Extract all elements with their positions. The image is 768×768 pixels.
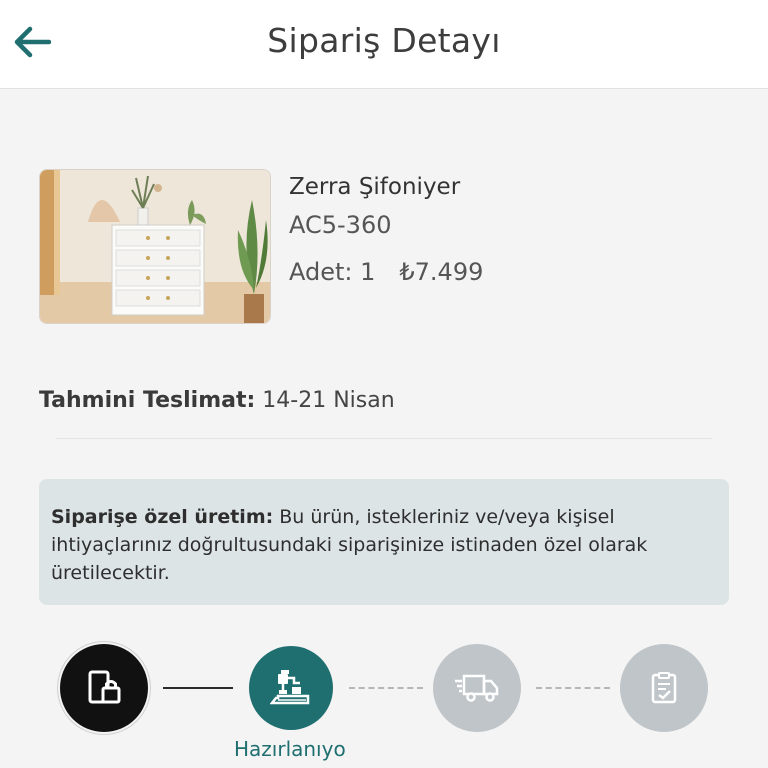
product-quantity: Adet: 1 bbox=[289, 258, 376, 286]
product-price: ₺7.499 bbox=[399, 258, 484, 286]
product-code: AC5-360 bbox=[289, 211, 392, 239]
production-machine-icon bbox=[270, 670, 310, 705]
product-qty-price: Adet: 1 ₺7.499 bbox=[289, 258, 483, 286]
order-received-icon bbox=[88, 670, 121, 704]
progress-connector bbox=[536, 687, 610, 689]
estimated-delivery: Tahmini Teslimat: 14-21 Nisan bbox=[39, 388, 395, 413]
step-preparing bbox=[249, 646, 333, 730]
delivery-truck-icon bbox=[455, 674, 499, 702]
step-shipping bbox=[433, 644, 521, 732]
step-delivered bbox=[620, 644, 708, 732]
delivery-label: Tahmini Teslimat: bbox=[39, 388, 256, 413]
custom-production-notice: Siparişe özel üretim: Bu ürün, istekleri… bbox=[39, 479, 729, 605]
delivery-value: 14-21 Nisan bbox=[262, 388, 395, 413]
step-order-received bbox=[60, 644, 148, 732]
progress-connector bbox=[349, 687, 423, 689]
progress-connector bbox=[163, 687, 233, 689]
notice-title: Siparişe özel üretim: bbox=[51, 506, 274, 528]
checklist-icon bbox=[651, 672, 677, 704]
app-header: Sipariş Detayı bbox=[0, 0, 768, 89]
product-image bbox=[39, 169, 271, 324]
page-title: Sipariş Detayı bbox=[267, 21, 501, 60]
divider bbox=[56, 438, 712, 439]
step-label-preparing: Hazırlanıyo bbox=[234, 737, 346, 761]
product-name: Zerra Şifoniyer bbox=[289, 174, 461, 200]
